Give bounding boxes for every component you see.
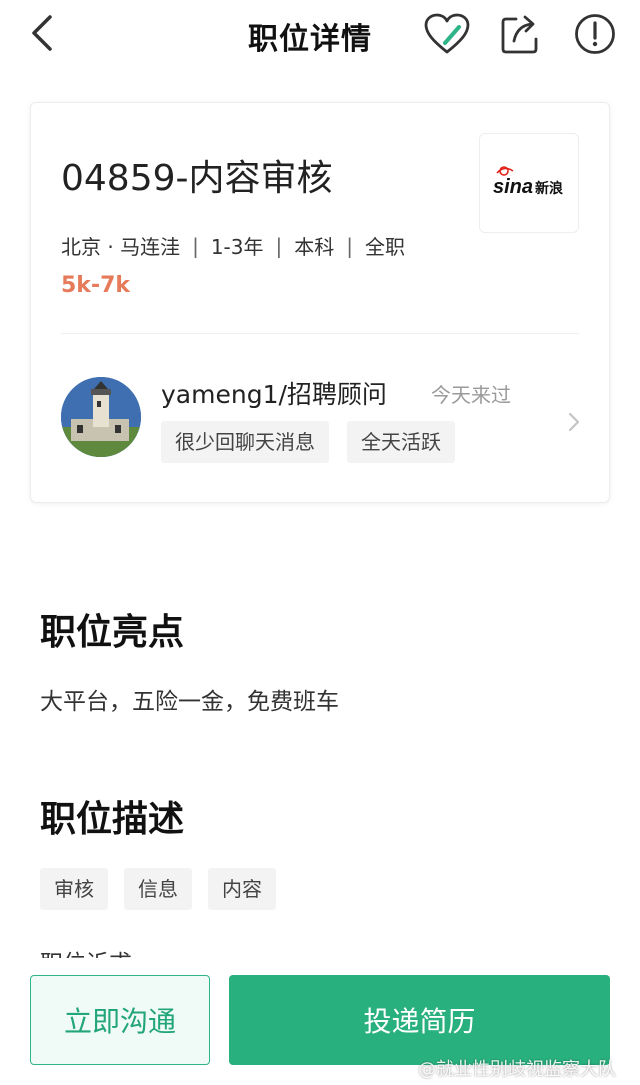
highlights-text: 大平台，五险一金，免费班车 — [40, 689, 339, 715]
top-actions — [422, 10, 620, 58]
description-tag: 内容 — [208, 868, 276, 910]
favorite-button[interactable] — [422, 10, 472, 58]
sina-logo-text-cn: 新浪 — [535, 180, 563, 197]
sina-logo-text: sina — [493, 176, 533, 198]
lighthouse-photo-icon — [61, 377, 141, 457]
job-education: 本科 — [294, 235, 335, 259]
recruiter-tags: 很少回聊天消息 全天活跃 — [161, 421, 455, 463]
recruiter-last-seen: 今天来过 — [431, 383, 511, 407]
job-card: 04859-内容审核 sina 新浪 北京 · 马连洼 | 1-3年 | 本科 … — [30, 102, 610, 503]
job-detail-page: 职位详情 04859-内容审核 sina 新浪 北京 · 马连洼 | 1-3年 … — [0, 0, 640, 1085]
top-navigation-bar: 职位详情 — [0, 0, 640, 68]
company-logo[interactable]: sina 新浪 — [479, 133, 579, 233]
job-salary: 5k-7k — [61, 273, 131, 298]
heart-icon — [424, 13, 470, 54]
description-partial-text: 职位诉求 — [40, 944, 132, 958]
job-meta: 北京 · 马连洼 | 1-3年 | 本科 | 全职 — [61, 231, 405, 260]
divider — [61, 333, 579, 334]
chevron-right-icon — [568, 412, 580, 432]
recruiter-tag: 全天活跃 — [347, 421, 455, 463]
report-button[interactable] — [570, 10, 620, 58]
recruiter-row[interactable]: yameng1/招聘顾问 今天来过 很少回聊天消息 全天活跃 — [61, 375, 581, 465]
recruiter-tag: 很少回聊天消息 — [161, 421, 329, 463]
recruiter-avatar[interactable] — [61, 377, 141, 457]
chat-now-button[interactable]: 立即沟通 — [30, 975, 210, 1065]
job-title: 04859-内容审核 — [61, 158, 333, 199]
submit-resume-button[interactable]: 投递简历 — [229, 975, 610, 1065]
exclamation-circle-icon — [575, 14, 615, 54]
sina-logo-icon: sina 新浪 — [493, 166, 563, 198]
job-type: 全职 — [365, 235, 405, 259]
share-icon — [501, 15, 538, 54]
description-tags: 审核 信息 内容 — [40, 868, 276, 910]
highlights-title: 职位亮点 — [40, 612, 185, 653]
meta-separator: | — [275, 233, 283, 258]
job-experience: 1-3年 — [210, 235, 264, 259]
share-button[interactable] — [496, 10, 546, 58]
description-tag: 信息 — [124, 868, 192, 910]
meta-separator: | — [346, 233, 353, 258]
meta-separator: | — [192, 233, 199, 258]
job-location: 北京 · 马连洼 — [61, 235, 181, 259]
description-title: 职位描述 — [40, 799, 185, 840]
watermark: @就业性别歧视监察大队 — [418, 1059, 616, 1080]
description-tag: 审核 — [40, 868, 108, 910]
recruiter-name: yameng1/招聘顾问 — [161, 380, 387, 409]
